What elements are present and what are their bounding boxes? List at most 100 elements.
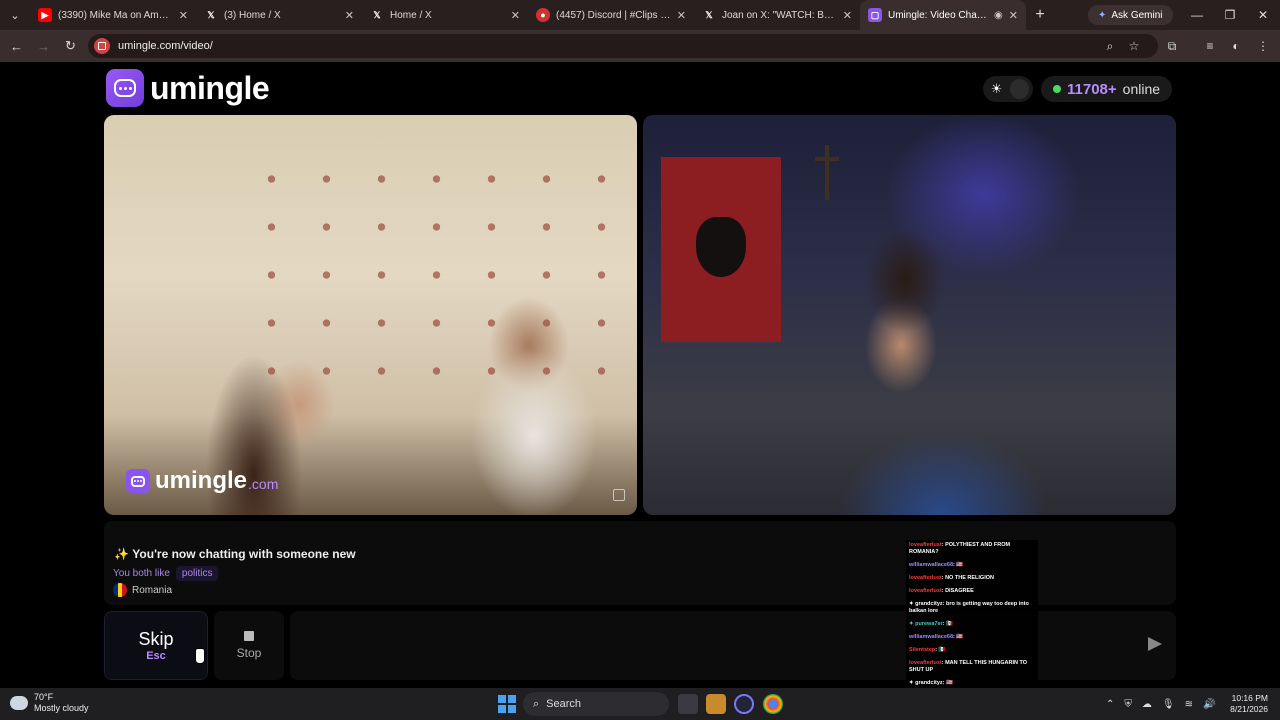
likes-label: You both like: [113, 568, 170, 579]
chat-text: : 🇺🇸: [953, 562, 964, 568]
stop-button[interactable]: Stop: [214, 611, 284, 680]
x-icon: 𝕏: [373, 9, 381, 20]
taskbar-clock[interactable]: 10:16 PM 8/21/2026: [1222, 693, 1268, 715]
stream-chat-message: ✦ grandcityz: bro is getting way too dee…: [909, 601, 1035, 615]
tab-close-icon[interactable]: ✕: [1009, 9, 1018, 22]
obs-icon[interactable]: [734, 694, 754, 714]
bookmark-star-icon[interactable]: ☆: [1122, 30, 1146, 62]
weather-condition: Mostly cloudy: [34, 703, 89, 713]
url-field[interactable]: umingle.com/video/: [88, 34, 1158, 58]
forward-icon[interactable]: →: [30, 30, 57, 62]
tab-title: Umingle: Video Chat with: [888, 9, 988, 21]
back-icon[interactable]: ←: [3, 30, 30, 62]
x-icon: 𝕏: [207, 9, 215, 20]
tab-close-icon[interactable]: ✕: [179, 9, 188, 22]
stream-chat-message: williamwallace68: 🇺🇸: [909, 634, 1035, 641]
chrome-icon[interactable]: [763, 694, 783, 714]
browser-tab[interactable]: 𝕏 Joan on X: "WATCH: Byron Do ✕: [694, 0, 860, 30]
chat-username: williamwallace68: [909, 634, 954, 640]
albanian-flag-poster: [661, 157, 781, 342]
cloud-icon[interactable]: ☁: [1142, 699, 1152, 710]
browser-tab[interactable]: 𝕏 Home / X ✕: [362, 0, 528, 30]
extensions-icon[interactable]: ⧉: [1160, 30, 1184, 62]
match-status-text: You're now chatting with someone new: [132, 547, 356, 561]
browser-tab[interactable]: ▶ (3390) Mike Ma on America ✕: [30, 0, 196, 30]
taskbar-search[interactable]: ⌕ Search: [523, 692, 669, 716]
chat-username: williamwallace68: [909, 562, 954, 568]
sparkles-icon: ✨: [114, 547, 129, 561]
report-flag-icon[interactable]: [613, 489, 625, 501]
umingle-logo[interactable]: umingle: [106, 69, 270, 107]
chat-username: ✦ purewa7er: [909, 621, 943, 627]
wifi-icon[interactable]: ≋: [1185, 699, 1193, 710]
media-control-icon[interactable]: ≡: [1198, 30, 1222, 62]
chat-username: ✦ grandcityz: [909, 601, 943, 607]
file-explorer-icon[interactable]: [706, 694, 726, 714]
partly-cloudy-icon: [7, 692, 28, 710]
new-tab-button[interactable]: +: [1026, 6, 1054, 24]
weather-widget[interactable]: 70°F Mostly cloudy: [7, 692, 89, 714]
microphone-icon[interactable]: 🎙: [1162, 699, 1175, 710]
close-window-icon[interactable]: ✕: [1246, 0, 1280, 30]
toggle-knob: [1010, 79, 1029, 99]
chat-text: : 🇺🇸: [942, 680, 953, 686]
tab-close-icon[interactable]: ✕: [345, 9, 354, 22]
tab-close-icon[interactable]: ✕: [677, 9, 686, 22]
site-info-icon[interactable]: [94, 38, 110, 54]
chat-username: loveafterlust: [909, 542, 942, 548]
browser-tab[interactable]: ● (4457) Discord | #Clips 🔴 | Tl ✕: [528, 0, 694, 30]
stream-chat-message: loveafterlust: DISAGREE: [909, 588, 1035, 595]
sun-icon: ☀: [990, 81, 1003, 96]
stream-chat-message: loveafterlust: MAN TELL THIS HUNGARIN TO…: [909, 660, 1035, 674]
clock-date: 8/21/2026: [1230, 704, 1268, 714]
gemini-icon: ✦: [1098, 9, 1107, 21]
tab-close-icon[interactable]: ✕: [511, 9, 520, 22]
minimize-icon[interactable]: —: [1180, 0, 1214, 30]
country-name: Romania: [132, 584, 173, 596]
search-icon: ⌕: [533, 697, 540, 710]
stream-chat-message: ✦ grandcityz: 🇺🇸: [909, 680, 1035, 687]
skip-shortcut: Esc: [146, 650, 166, 662]
tab-title: (3) Home / X: [224, 9, 281, 21]
chat-text: : 🇲🇽: [935, 647, 946, 653]
tab-search-chevron-icon[interactable]: ⌄: [0, 0, 30, 30]
browser-tab-active[interactable]: ▢ Umingle: Video Chat with ◉ ✕: [860, 0, 1026, 30]
windows-start-icon[interactable]: [498, 695, 516, 713]
skip-button[interactable]: Skip Esc: [104, 611, 208, 680]
tab-close-icon[interactable]: ✕: [843, 9, 852, 22]
clock-time: 10:16 PM: [1231, 693, 1268, 703]
umingle-watermark: umingle .com: [126, 467, 278, 495]
zoom-icon[interactable]: ⌕: [1098, 30, 1122, 62]
task-view-icon[interactable]: [678, 694, 698, 714]
tab-title: (4457) Discord | #Clips 🔴 | Tl: [556, 9, 671, 21]
chat-text: : DISAGREE: [941, 588, 974, 594]
message-input[interactable]: [290, 611, 1176, 680]
stop-label: Stop: [236, 646, 262, 660]
send-icon[interactable]: [1148, 637, 1162, 651]
theme-toggle[interactable]: ☀: [983, 76, 1033, 102]
stranger-video: umingle .com: [104, 115, 637, 515]
search-label: Search: [546, 698, 582, 710]
stop-icon: [244, 631, 254, 641]
menu-kebab-icon[interactable]: ⋮: [1251, 30, 1275, 62]
chat-username: loveafterlust: [909, 575, 942, 581]
volume-icon[interactable]: 🔊: [1203, 699, 1215, 710]
profile-avatar[interactable]: ◐: [1224, 30, 1248, 62]
windows-taskbar: 70°F Mostly cloudy ⌕ Search ⌃ ⛨ ☁ 🎙 ≋ 🔊 …: [0, 688, 1280, 720]
maximize-icon[interactable]: ❐: [1213, 0, 1247, 30]
wall-cross: [825, 145, 829, 200]
weather-temp: 70°F: [34, 692, 54, 702]
chat-username: loveafterlust: [909, 588, 942, 594]
chat-username: Silentstep: [909, 647, 936, 653]
x-icon: 𝕏: [705, 9, 713, 20]
recording-icon: ◉: [994, 9, 1003, 21]
tab-title: Joan on X: "WATCH: Byron Do: [722, 9, 837, 21]
reload-icon[interactable]: ↻: [57, 30, 84, 62]
interest-tag: politics: [175, 566, 219, 581]
browser-tab[interactable]: 𝕏 (3) Home / X ✕: [196, 0, 362, 30]
ask-gemini-button[interactable]: ✦ Ask Gemini: [1088, 5, 1173, 25]
tray-overflow-chevron-icon[interactable]: ⌃: [1106, 699, 1114, 710]
shield-icon[interactable]: ⛨: [1124, 699, 1132, 710]
chat-username: loveafterlust: [909, 660, 942, 666]
logo-text: umingle: [150, 69, 270, 106]
